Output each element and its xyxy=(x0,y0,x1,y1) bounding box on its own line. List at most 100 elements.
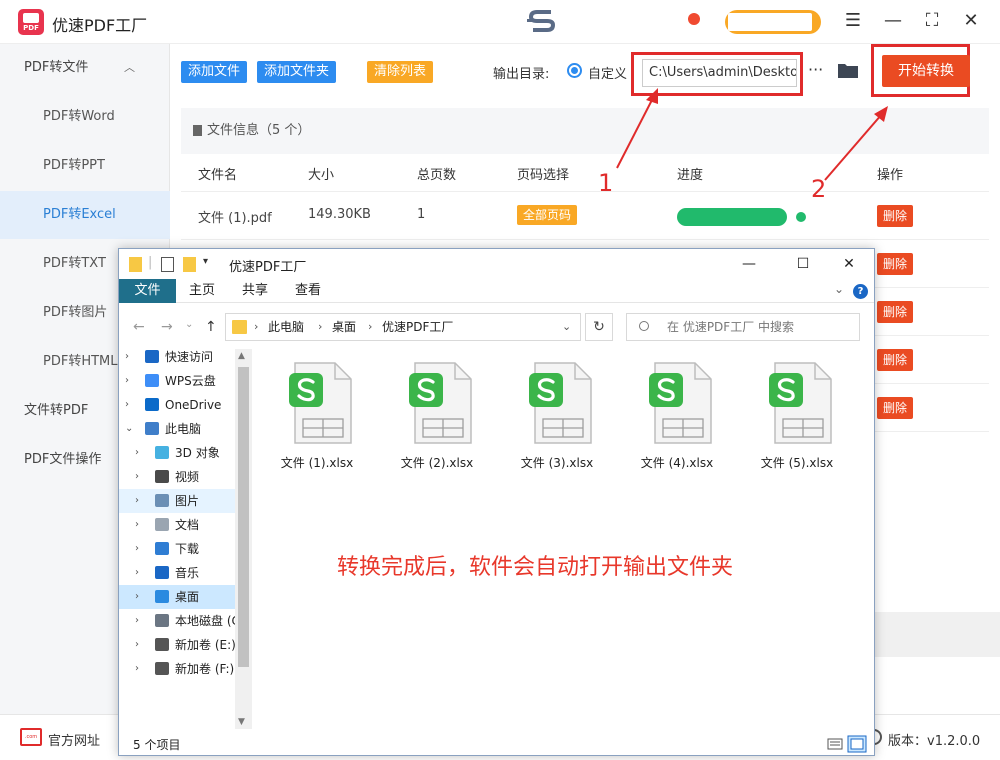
folder-icon[interactable] xyxy=(837,61,859,79)
breadcrumb-desktop[interactable]: 桌面 xyxy=(332,314,356,340)
tab-view[interactable]: 查看 xyxy=(295,279,321,303)
expand-arrow-icon[interactable]: › xyxy=(135,609,139,633)
tree-item-label: 桌面 xyxy=(175,590,200,604)
maximize-icon[interactable]: ☐ xyxy=(791,253,815,275)
close-icon[interactable]: ✕ xyxy=(837,253,861,275)
close-icon[interactable]: ✕ xyxy=(960,10,982,32)
tab-home[interactable]: 主页 xyxy=(189,279,215,303)
tree-item[interactable]: › 下载 xyxy=(119,537,235,561)
page-count: 1 xyxy=(417,207,426,222)
drive-icon xyxy=(155,662,169,675)
sidebar-item-pdf-to-word[interactable]: PDF转Word xyxy=(0,93,170,141)
delete-button[interactable]: 删除 xyxy=(877,397,914,419)
expand-arrow-icon[interactable]: › xyxy=(135,513,139,537)
expand-arrow-icon[interactable]: › xyxy=(125,369,129,393)
sidebar-item-label: PDF转PPT xyxy=(43,158,105,173)
expand-arrow-icon[interactable]: › xyxy=(135,465,139,489)
tree-item[interactable]: › WPS云盘 xyxy=(119,369,235,393)
properties-icon[interactable] xyxy=(161,257,174,272)
tree-item[interactable]: › OneDrive xyxy=(119,393,235,417)
column-header-name: 文件名 xyxy=(198,168,238,183)
custom-radio[interactable] xyxy=(567,63,582,78)
back-arrow-icon[interactable]: ← xyxy=(133,319,145,335)
file-item[interactable]: 文件 (4).xlsx xyxy=(627,361,727,481)
delete-button[interactable]: 删除 xyxy=(877,301,914,323)
collapse-arrow-icon[interactable]: ⌄ xyxy=(125,417,133,441)
tab-file[interactable]: 文件 xyxy=(119,279,176,303)
more-icon[interactable]: ··· xyxy=(808,60,823,79)
view-mode-icons[interactable] xyxy=(827,735,867,753)
expand-arrow-icon[interactable]: › xyxy=(135,657,139,681)
refresh-icon[interactable]: ↻ xyxy=(585,313,613,341)
expand-arrow-icon[interactable]: › xyxy=(125,345,129,369)
file-item[interactable]: 文件 (1).xlsx xyxy=(267,361,367,481)
sidebar-item-pdf-to-ppt[interactable]: PDF转PPT xyxy=(0,142,170,190)
quick-access-dropdown-icon[interactable]: ▾ xyxy=(203,256,208,267)
column-header-pages: 总页数 xyxy=(417,168,457,183)
tree-item[interactable]: › 文档 xyxy=(119,513,235,537)
sidebar-item-pdf-to-excel[interactable]: PDF转Excel xyxy=(0,191,170,239)
tab-share[interactable]: 共享 xyxy=(242,279,268,303)
cloud-icon xyxy=(145,374,159,387)
chevron-down-icon[interactable]: ⌄ xyxy=(562,314,571,340)
desktop-icon xyxy=(155,590,169,603)
navigation-tree: › 快速访问 › WPS云盘 › OneDrive ⌄ 此电脑 › 3D 对象 › 视频 › 图片 › 文档 ›… xyxy=(119,345,254,729)
up-arrow-icon[interactable]: ↑ xyxy=(205,319,217,335)
scroll-down-icon[interactable]: ▼ xyxy=(238,717,245,727)
clear-list-button[interactable]: 清除列表 xyxy=(367,61,434,83)
file-name: 文件 (3).xlsx xyxy=(520,456,594,470)
help-icon[interactable]: ? xyxy=(853,284,868,299)
column-header-size: 大小 xyxy=(308,168,335,183)
chevron-down-icon[interactable]: ⌄ xyxy=(834,282,844,296)
delete-button[interactable]: 删除 xyxy=(877,349,914,371)
delete-button[interactable]: 删除 xyxy=(877,253,914,275)
tree-item[interactable]: › 新加卷 (F:) xyxy=(119,657,235,681)
page-select-button[interactable]: 全部页码 xyxy=(517,205,578,225)
add-file-button[interactable]: 添加文件 xyxy=(181,61,248,83)
expand-arrow-icon[interactable]: › xyxy=(135,537,139,561)
forward-arrow-icon[interactable]: → xyxy=(161,319,173,335)
disk-icon xyxy=(155,614,169,627)
expand-arrow-icon[interactable]: › xyxy=(135,633,139,657)
file-item[interactable]: 文件 (2).xlsx xyxy=(387,361,487,481)
tree-item[interactable]: › 新加卷 (E:) xyxy=(119,633,235,657)
promo-banner[interactable] xyxy=(725,10,821,34)
tree-item[interactable]: › 本地磁盘 (C:) xyxy=(119,609,235,633)
tree-item[interactable]: ⌄ 此电脑 xyxy=(119,417,235,441)
promo-badge-icon[interactable] xyxy=(688,13,700,25)
file-item[interactable]: 文件 (3).xlsx xyxy=(507,361,607,481)
tree-item[interactable]: › 桌面 xyxy=(119,585,235,609)
tree-item[interactable]: › 视频 xyxy=(119,465,235,489)
fullscreen-icon[interactable]: ⛶ xyxy=(921,10,943,32)
expand-arrow-icon[interactable]: › xyxy=(135,489,139,513)
minimize-icon[interactable]: — xyxy=(737,253,761,275)
sidebar-item-pdf-to-file[interactable]: PDF转文件 ︿ xyxy=(0,44,170,92)
scroll-up-icon[interactable]: ▲ xyxy=(238,351,245,361)
recent-dropdown-icon[interactable]: ⌄ xyxy=(185,319,193,330)
expand-arrow-icon[interactable]: › xyxy=(135,585,139,609)
scroll-thumb[interactable] xyxy=(238,367,249,667)
minimize-icon[interactable]: — xyxy=(882,10,904,32)
expand-arrow-icon[interactable]: › xyxy=(135,441,139,465)
website-icon[interactable]: .com xyxy=(20,728,42,746)
expand-arrow-icon[interactable]: › xyxy=(125,393,129,417)
address-bar[interactable]: › 此电脑 › 桌面 › 优速PDF工厂 ⌄ xyxy=(225,313,581,341)
menu-icon[interactable]: ☰ xyxy=(842,10,864,32)
expand-arrow-icon[interactable]: › xyxy=(135,561,139,585)
breadcrumb-folder[interactable]: 优速PDF工厂 xyxy=(382,314,453,340)
ribbon-tabs: 文件 主页 共享 查看 ⌄ ? xyxy=(119,279,874,303)
delete-button[interactable]: 删除 xyxy=(877,205,914,227)
search-input[interactable]: 在 优速PDF工厂 中搜索 xyxy=(626,313,860,341)
breadcrumb-this-pc[interactable]: 此电脑 xyxy=(268,314,304,340)
official-site-link[interactable]: 官方网址 xyxy=(48,730,100,749)
tree-item[interactable]: › 图片 xyxy=(119,489,235,513)
tree-item-label: 图片 xyxy=(175,494,200,508)
scrollbar[interactable]: ▲ ▼ xyxy=(235,349,252,729)
tree-item[interactable]: › 3D 对象 xyxy=(119,441,235,465)
tree-item[interactable]: › 快速访问 xyxy=(119,345,235,369)
file-item[interactable]: 文件 (5).xlsx xyxy=(747,361,847,481)
add-folder-button[interactable]: 添加文件夹 xyxy=(257,61,337,83)
folder-icon xyxy=(129,257,142,272)
tree-item[interactable]: › 音乐 xyxy=(119,561,235,585)
new-folder-icon[interactable] xyxy=(183,257,196,272)
